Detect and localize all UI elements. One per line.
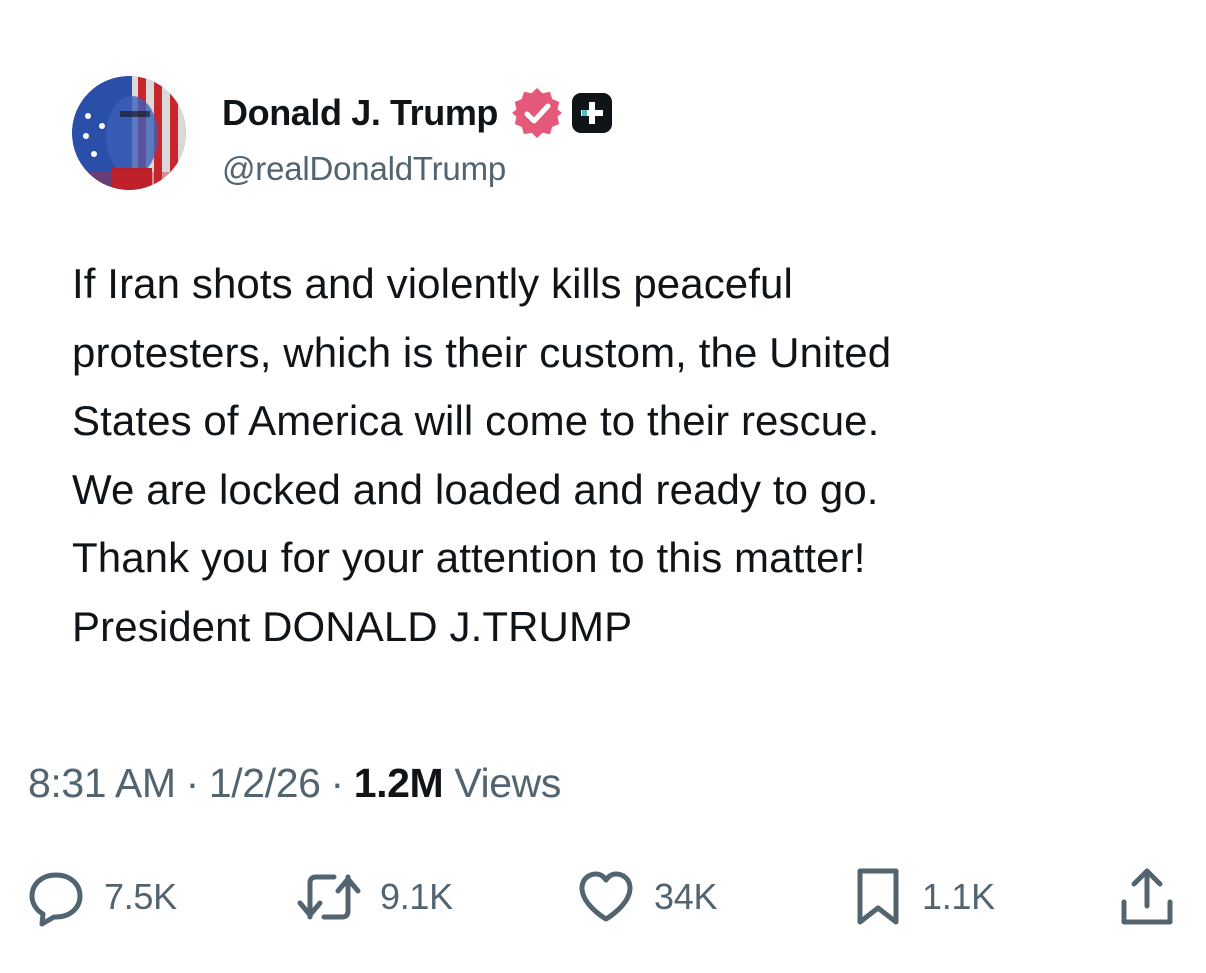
- post-body: If Iran shots and violently kills peacef…: [72, 250, 1132, 661]
- author-handle[interactable]: @realDonaldTrump: [222, 150, 506, 188]
- verified-badge-icon: [510, 86, 564, 140]
- avatar-image: [72, 76, 186, 190]
- views-count[interactable]: 1.2M: [354, 760, 444, 806]
- reply-icon: [26, 867, 86, 927]
- author-display-name[interactable]: Donald J. Trump: [222, 92, 498, 134]
- post-body-line: President DONALD J.TRUMP: [72, 602, 633, 650]
- like-button[interactable]: 34K: [576, 862, 717, 932]
- meta-separator: ·: [330, 760, 345, 806]
- post-body-line: protesters, which is their custom, the U…: [72, 328, 892, 376]
- post-header: Donald J. Trump @realDonaldTrump: [72, 76, 1072, 192]
- post-date[interactable]: 1/2/26: [209, 760, 321, 806]
- retweet-count: 9.1K: [380, 876, 453, 917]
- post-meta: 8:31 AM · 1/2/26 · 1.2M Views: [28, 760, 561, 807]
- retweet-icon: [296, 867, 362, 927]
- reply-count: 7.5K: [104, 876, 177, 917]
- post-body-line: We are locked and loaded and ready to go…: [72, 465, 879, 513]
- like-count: 34K: [654, 876, 718, 917]
- meta-separator: ·: [185, 760, 200, 806]
- bookmark-icon: [852, 866, 904, 928]
- plus-badge-icon: [572, 93, 613, 133]
- share-icon: [1118, 866, 1176, 928]
- avatar[interactable]: [72, 76, 186, 190]
- share-button[interactable]: [1118, 862, 1176, 932]
- post-body-line: Thank you for your attention to this mat…: [72, 534, 866, 581]
- post-body-line: States of America will come to their res…: [72, 397, 880, 444]
- reply-button[interactable]: 7.5K: [26, 862, 177, 932]
- post-body-line: If Iran shots and violently kills peacef…: [72, 260, 793, 307]
- bookmark-count: 1.1K: [922, 876, 995, 917]
- views-label: Views: [454, 760, 561, 806]
- retweet-button[interactable]: 9.1K: [296, 862, 453, 932]
- action-bar: 7.5K 9.1K 34K 1.1K: [0, 862, 1206, 932]
- bookmark-button[interactable]: 1.1K: [852, 862, 995, 932]
- heart-icon: [576, 867, 636, 927]
- post-time[interactable]: 8:31 AM: [28, 760, 176, 806]
